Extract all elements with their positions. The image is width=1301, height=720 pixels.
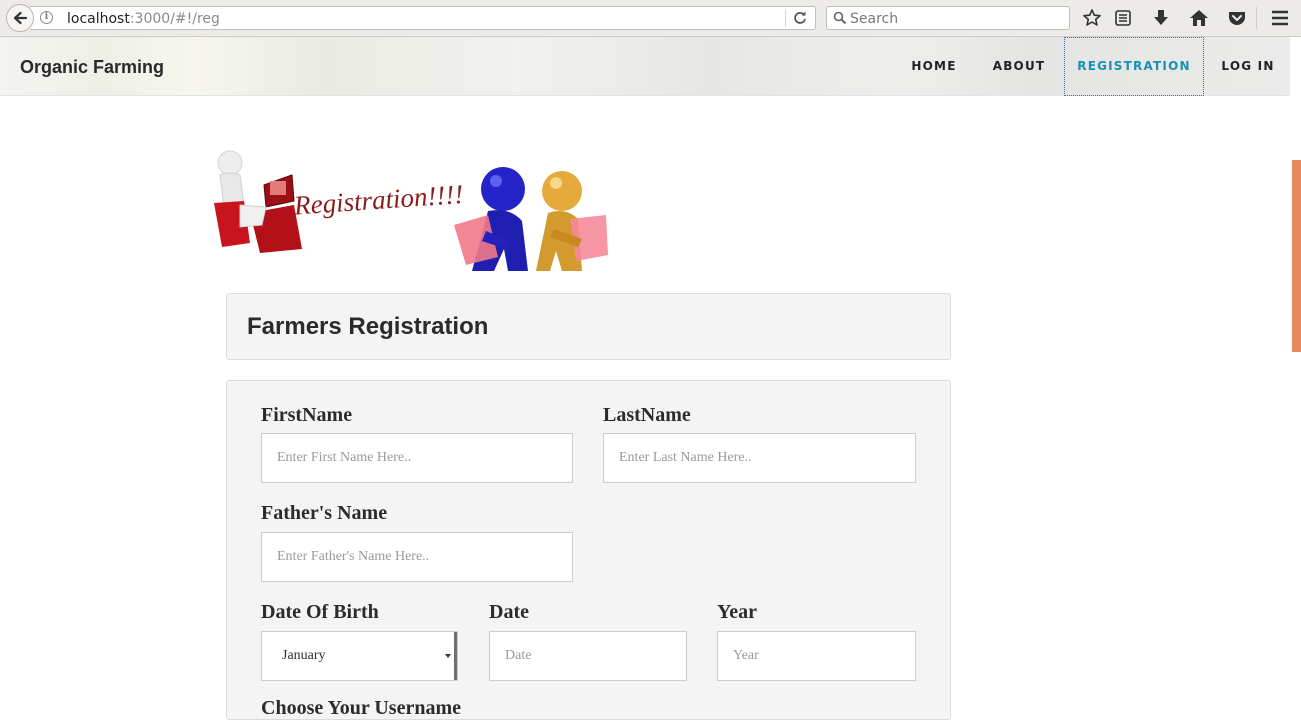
search-bar[interactable]: Search <box>826 6 1070 30</box>
brand-title[interactable]: Organic Farming <box>20 57 164 77</box>
father-name-input[interactable] <box>262 533 572 581</box>
search-placeholder: Search <box>850 11 899 27</box>
url-path: :3000/#!/reg <box>129 11 220 27</box>
bookmark-star-icon[interactable] <box>1082 8 1102 28</box>
nav-item-registration[interactable]: REGISTRATION <box>1064 37 1204 96</box>
back-icon <box>13 11 28 25</box>
reading-list-icon[interactable] <box>1113 8 1133 28</box>
year-label: Year <box>717 601 757 623</box>
download-icon[interactable] <box>1151 8 1171 28</box>
nav-item-log-in[interactable]: LOG IN <box>1214 37 1282 96</box>
last-name-label: LastName <box>603 404 691 426</box>
date-input[interactable] <box>490 632 686 680</box>
menu-icon[interactable] <box>1270 8 1290 28</box>
desk-figure-illustration <box>214 150 302 253</box>
first-name-field[interactable] <box>261 433 573 483</box>
year-input[interactable] <box>718 632 915 680</box>
pocket-icon[interactable] <box>1227 8 1247 28</box>
last-name-field[interactable] <box>603 433 916 483</box>
browser-toolbar: i localhost:3000/#!/reg Search <box>0 0 1301 37</box>
nav-item-home[interactable]: HOME <box>904 37 964 96</box>
gold-figure-illustration <box>536 171 608 271</box>
home-icon[interactable] <box>1189 8 1209 28</box>
dob-label: Date Of Birth <box>261 601 379 623</box>
username-label: Choose Your Username <box>261 697 461 719</box>
blue-figure-illustration <box>454 167 528 271</box>
url-text[interactable]: localhost:3000/#!/reg <box>67 10 220 28</box>
month-select-value: January <box>282 648 326 663</box>
select-edge <box>454 632 457 680</box>
chevron-down-icon <box>445 654 451 658</box>
date-label: Date <box>489 601 529 623</box>
site-navbar: Organic Farming HOME ABOUT REGISTRATION … <box>0 37 1290 96</box>
url-host: localhost <box>67 11 130 27</box>
nav-item-about[interactable]: ABOUT <box>984 37 1054 96</box>
back-button[interactable] <box>6 4 34 32</box>
page-title: Farmers Registration <box>247 313 489 340</box>
father-name-label: Father's Name <box>261 502 388 524</box>
first-name-label: FirstName <box>261 404 353 426</box>
registration-form-panel: FirstName LastName Father's Name Date Of… <box>226 380 951 720</box>
year-field[interactable] <box>717 631 916 681</box>
url-bar[interactable]: i localhost:3000/#!/reg <box>30 6 816 30</box>
search-icon <box>833 11 847 25</box>
month-select[interactable]: January <box>261 631 458 681</box>
toolbar-separator <box>1256 7 1257 29</box>
date-field[interactable] <box>489 631 687 681</box>
registration-banner-image: Registration!!!! <box>214 150 608 271</box>
page-scrollbar-thumb[interactable] <box>1292 160 1301 352</box>
first-name-input[interactable] <box>262 434 572 482</box>
info-icon[interactable]: i <box>40 11 53 24</box>
father-name-field[interactable] <box>261 532 573 582</box>
last-name-input[interactable] <box>604 434 915 482</box>
form-title-panel: Farmers Registration <box>226 293 951 360</box>
reload-icon[interactable] <box>792 10 808 26</box>
banner-text: Registration!!!! <box>292 179 464 221</box>
reload-separator <box>785 9 786 27</box>
